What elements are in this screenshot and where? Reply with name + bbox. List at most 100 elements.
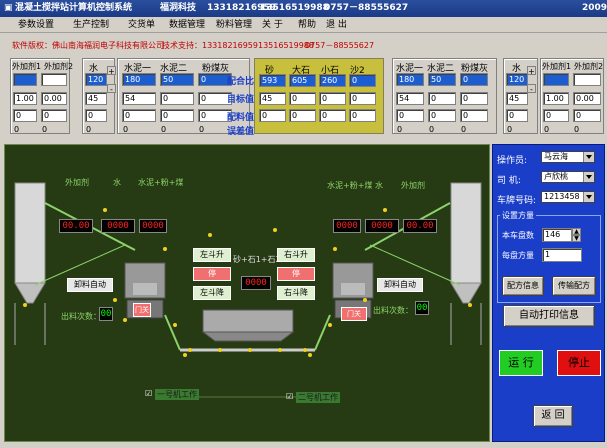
right-bucket-stop-button[interactable]: 停 (277, 267, 315, 281)
left-bucket-stop-button[interactable]: 停 (193, 267, 231, 281)
additive1-ratio[interactable] (13, 73, 37, 86)
title-phone-2: 13516519988 (260, 3, 329, 13)
operator-select[interactable]: 马云海 (541, 151, 595, 163)
additive1-actual[interactable]: 0 (13, 109, 37, 122)
machine1-checkbox[interactable]: ☑ (145, 389, 152, 398)
back-button[interactable]: 返 回 (533, 405, 573, 427)
aggregate-actual-sand[interactable]: 0 (259, 109, 286, 122)
cement1-ratio-2[interactable]: 50 (160, 73, 194, 86)
water2-plus-button[interactable]: + (527, 66, 536, 76)
cement1-target-2[interactable]: 0 (160, 92, 194, 105)
machine2-checkbox[interactable]: ☑ (286, 392, 293, 401)
additive2-1-ratio[interactable] (543, 73, 569, 86)
led-aggregate-total: 0000 (241, 276, 271, 290)
additive2-target[interactable]: 0.00 (41, 92, 67, 105)
cement1-ratio-1[interactable]: 180 (122, 73, 156, 86)
additive2-2-ratio[interactable] (573, 73, 601, 86)
row-label-mix-ratio: 配合比 (227, 77, 255, 87)
water1-ratio[interactable]: 120 (85, 73, 107, 86)
send-recipe-button[interactable]: 传输配方 (552, 276, 596, 296)
left-discharge-count-label: 出料次数： (61, 312, 101, 321)
aggregate-target-large-stone[interactable]: 0 (289, 92, 316, 105)
water2-ratio[interactable]: 120 (506, 73, 528, 86)
water1-minus-button[interactable]: - (107, 84, 116, 94)
menu-item-production[interactable]: 生产控制 (73, 17, 109, 33)
driver-select[interactable]: 卢欣桃 (541, 171, 595, 183)
menu-item-settings[interactable]: 参数设置 (18, 17, 54, 33)
aggregate-ratio-sand[interactable]: 593 (259, 74, 286, 87)
batch-count-input[interactable]: 146 (542, 228, 572, 242)
cement1-actual-1[interactable]: 0 (122, 109, 156, 122)
left-bucket-down-button[interactable]: 左斗降 (193, 286, 231, 300)
cement1-error-3: 0 (199, 125, 205, 134)
additive1-target[interactable]: 1.00 (13, 92, 37, 105)
aggregate-actual-large-stone[interactable]: 0 (289, 109, 316, 122)
cement2-target-3[interactable]: 0 (460, 92, 488, 105)
menu-item-help[interactable]: 帮助 (298, 17, 316, 33)
label-cement-left: 水泥+粉+煤 (138, 178, 184, 187)
batch-count-up-button[interactable]: ▲ (572, 228, 581, 235)
water2-error: 0 (507, 125, 513, 134)
batch-count-down-button[interactable]: ▼ (572, 235, 581, 242)
right-bucket-up-button[interactable]: 右斗升 (277, 248, 315, 262)
aggregate-hopper (202, 309, 294, 333)
right-unload-auto-button[interactable]: 卸料自动 (377, 278, 423, 292)
title-bar: ▣ 混凝土搅拌站计算机控制系统 福洞科技 13318216959 1351651… (0, 0, 607, 17)
led-water-left: 0000 (101, 219, 135, 233)
additive2-2-header: 外加剂2 (574, 62, 604, 71)
cement2-actual-1[interactable]: 0 (396, 109, 424, 122)
water2-minus-button[interactable]: - (527, 84, 536, 94)
cement2-ratio-1[interactable]: 180 (396, 73, 424, 86)
cement1-actual-2[interactable]: 0 (160, 109, 194, 122)
row-label-batched: 配料值 (227, 113, 255, 123)
aggregate-actual-sand2[interactable]: 0 (349, 109, 376, 122)
additives-panel-2: 外加剂1 外加剂2 1.00 0.00 0 0 0 0 (540, 58, 604, 134)
water1-actual[interactable]: 0 (85, 109, 107, 122)
cement2-actual-2[interactable]: 0 (428, 109, 456, 122)
cement2-target-2[interactable]: 0 (428, 92, 456, 105)
plant-diagram: 外加剂 水 水泥+粉+煤 水泥+粉+煤 水 外加剂 00.00 0000 000… (4, 144, 490, 442)
menu-item-data[interactable]: 数据管理 (169, 17, 205, 33)
menu-item-about[interactable]: 关 于 (262, 17, 283, 33)
aggregate-target-sand2[interactable]: 0 (349, 92, 376, 105)
aggregate-actual-small-stone[interactable]: 0 (319, 109, 346, 122)
cement1-error-1: 0 (123, 125, 129, 134)
plate-select[interactable]: 1213458 (541, 191, 595, 203)
run-button[interactable]: 运 行 (499, 350, 543, 376)
volume-per-batch-input[interactable]: 1 (542, 248, 582, 262)
additive2-error: 0 (42, 125, 48, 134)
additive2-2-target[interactable]: 0.00 (573, 92, 601, 105)
label-additive-left: 外加剂 (65, 178, 89, 187)
water1-target[interactable]: 45 (85, 92, 107, 105)
cement1-target-1[interactable]: 54 (122, 92, 156, 105)
cement-panel-2: 水泥一 水泥二 粉煤灰 180 50 0 54 0 0 0 0 0 0 0 0 (392, 58, 497, 134)
cement2-target-1[interactable]: 54 (396, 92, 424, 105)
left-unload-auto-button[interactable]: 卸料自动 (67, 278, 113, 292)
additive2-ratio[interactable] (41, 73, 67, 86)
aggregate-ratio-large-stone[interactable]: 605 (289, 74, 316, 87)
water2-target[interactable]: 45 (506, 92, 528, 105)
cement2-actual-3[interactable]: 0 (460, 109, 488, 122)
menu-item-exit[interactable]: 退 出 (326, 17, 347, 33)
left-discharge-count: 00 (99, 307, 113, 321)
auto-print-button[interactable]: 自动打印信息 (503, 305, 595, 327)
aggregate-target-sand[interactable]: 45 (259, 92, 286, 105)
additive2-2-actual[interactable]: 0 (573, 109, 601, 122)
water2-actual[interactable]: 0 (506, 109, 528, 122)
recipe-info-button[interactable]: 配方信息 (502, 276, 544, 296)
cement2-ratio-3[interactable]: 0 (460, 73, 488, 86)
cement2-ratio-2[interactable]: 50 (428, 73, 456, 86)
water1-plus-button[interactable]: + (107, 66, 116, 76)
left-bucket-up-button[interactable]: 左斗升 (193, 248, 231, 262)
additive2-1-target[interactable]: 1.00 (543, 92, 569, 105)
aggregate-target-small-stone[interactable]: 0 (319, 92, 346, 105)
aggregate-ratio-sand2[interactable]: 0 (349, 74, 376, 87)
aggregate-ratio-small-stone[interactable]: 260 (319, 74, 346, 87)
additive2-actual[interactable]: 0 (41, 109, 67, 122)
support-text: 技术支持：13318216959 (162, 41, 258, 50)
right-bucket-down-button[interactable]: 右斗降 (277, 286, 315, 300)
stop-button[interactable]: 停止 (557, 350, 601, 376)
menu-item-powder[interactable]: 粉料管理 (216, 17, 252, 33)
additive2-1-actual[interactable]: 0 (543, 109, 569, 122)
menu-item-delivery[interactable]: 交货单 (128, 17, 155, 33)
